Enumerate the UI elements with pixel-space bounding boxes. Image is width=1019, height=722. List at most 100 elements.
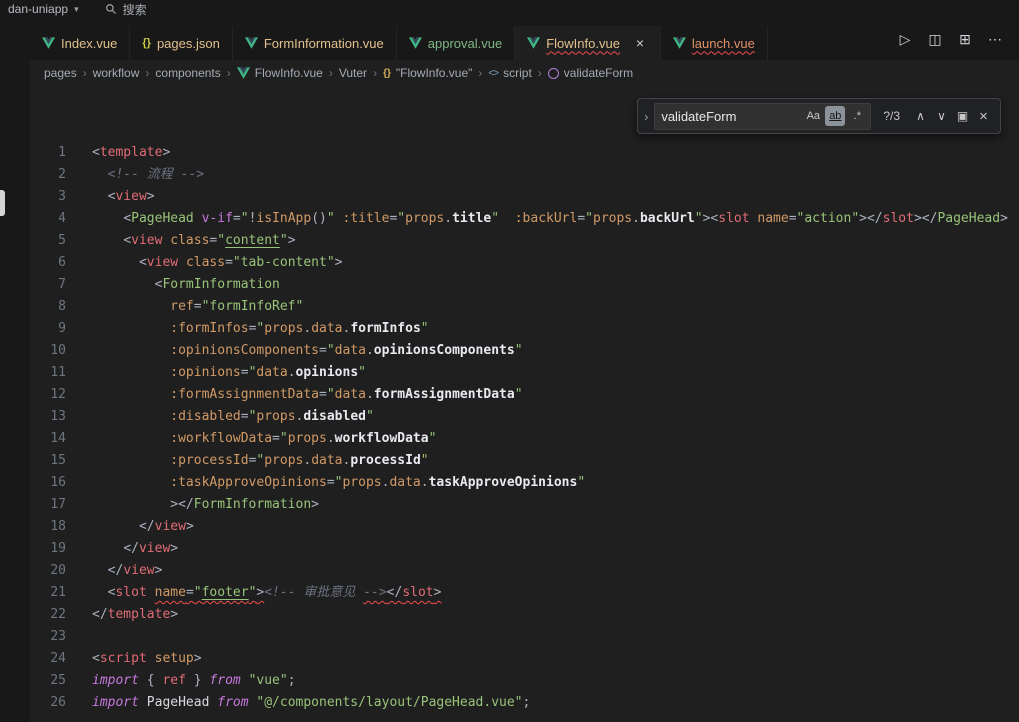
title-bar: dan-uniapp ▾ 搜索 xyxy=(0,0,1019,18)
code-token: "vue" xyxy=(249,673,288,688)
code-token: . xyxy=(366,387,374,402)
layout-button[interactable]: ⊞ xyxy=(953,27,977,51)
breadcrumb-item-flowinfo-vue[interactable]: {}"FlowInfo.vue" xyxy=(383,66,472,80)
code-token xyxy=(499,211,515,226)
code-token: " xyxy=(397,211,405,226)
code-line-content: :processId="props.data.processId" xyxy=(92,450,1019,472)
code-token: " xyxy=(577,475,585,490)
code-token: ref xyxy=(162,673,185,688)
breadcrumb-item-workflow[interactable]: workflow xyxy=(93,66,140,80)
global-search-button[interactable]: 搜索 xyxy=(105,1,147,18)
code-token: :disabled xyxy=(170,409,240,424)
code-token: " xyxy=(421,321,429,336)
code-token: disabled xyxy=(303,409,366,424)
code-line: 8 ref="formInfoRef" xyxy=(30,296,1019,318)
code-token: = xyxy=(272,431,280,446)
search-icon xyxy=(105,3,117,15)
code-token: import xyxy=(92,695,139,710)
close-icon[interactable]: × xyxy=(632,35,648,51)
code-line: 23 xyxy=(30,626,1019,648)
split-editor-button[interactable]: ◫ xyxy=(923,27,947,51)
tab-index-vue[interactable]: Index.vue xyxy=(30,26,130,60)
code-token: > xyxy=(434,585,442,600)
toggle-replace-button[interactable]: › xyxy=(638,99,654,133)
line-number: 7 xyxy=(30,274,66,296)
breadcrumb-separator: › xyxy=(329,66,333,80)
code-line-content: :formAssignmentData="data.formAssignment… xyxy=(92,384,1019,406)
code-token: script xyxy=(100,651,147,666)
code-line-content: <FormInformation xyxy=(92,274,1019,296)
run-button[interactable]: ▷ xyxy=(893,27,917,51)
code-token xyxy=(92,211,123,226)
code-token: </ xyxy=(867,211,883,226)
code-token: . xyxy=(632,211,640,226)
workspace-menu-button[interactable]: dan-uniapp ▾ xyxy=(8,2,79,16)
regex-button[interactable]: .* xyxy=(847,106,867,126)
close-find-button[interactable]: × xyxy=(973,106,994,127)
find-results-count: ?/3 xyxy=(883,109,900,123)
code-token: ; xyxy=(288,673,296,688)
code-token: props xyxy=(264,453,303,468)
code-token: template xyxy=(100,145,163,160)
next-match-button[interactable]: ∨ xyxy=(931,106,952,127)
code-token: formAssignmentData xyxy=(374,387,515,402)
breadcrumb-item-vuter[interactable]: Vuter xyxy=(339,66,367,80)
code-token: = xyxy=(194,299,202,314)
tab-launch-vue[interactable]: launch.vue xyxy=(661,26,768,60)
previous-match-button[interactable]: ∧ xyxy=(910,106,931,127)
more-actions-button[interactable]: ⋯ xyxy=(983,27,1007,51)
json-icon: {} xyxy=(142,37,151,49)
line-number: 13 xyxy=(30,406,66,428)
match-case-button[interactable]: Aa xyxy=(803,106,823,126)
code-token: workflowData xyxy=(335,431,429,446)
code-editor[interactable]: › Aa ab .* ?/3 ∧ ∨ ▣ × 1<template>2 <!--… xyxy=(30,86,1019,722)
find-in-selection-button[interactable]: ▣ xyxy=(952,106,973,127)
code-token xyxy=(194,211,202,226)
tab-label: Index.vue xyxy=(61,36,117,51)
code-token: "tab-content" xyxy=(233,255,335,270)
code-token xyxy=(92,453,170,468)
error-squiggle: = xyxy=(186,585,194,600)
code-token: :backUrl xyxy=(515,211,578,226)
whole-word-button[interactable]: ab xyxy=(825,106,845,126)
script-icon: <> xyxy=(488,68,498,79)
code-token: = xyxy=(319,387,327,402)
tab-pages-json[interactable]: {} pages.json xyxy=(130,26,232,60)
find-input[interactable] xyxy=(661,109,801,124)
breadcrumb-label: workflow xyxy=(93,66,140,80)
breadcrumb-item-components[interactable]: components xyxy=(155,66,220,80)
line-number: 11 xyxy=(30,362,66,384)
error-squiggle: name xyxy=(155,585,186,600)
tab-bar: Index.vue {} pages.json FormInformation.vue… xyxy=(30,18,1019,60)
breadcrumb-item-pages[interactable]: pages xyxy=(44,66,77,80)
code-token xyxy=(241,673,249,688)
code-line: 13 :disabled="props.disabled" xyxy=(30,406,1019,428)
tab-label: FormInformation.vue xyxy=(264,36,384,51)
code-token: " xyxy=(327,387,335,402)
code-line: 12 :formAssignmentData="data.formAssignm… xyxy=(30,384,1019,406)
breadcrumb-item-validateform[interactable]: validateForm xyxy=(548,66,633,80)
code-token: > xyxy=(194,651,202,666)
code-token: backUrl xyxy=(640,211,695,226)
breadcrumb-separator: › xyxy=(478,66,482,80)
tab-approval-vue[interactable]: approval.vue xyxy=(397,26,515,60)
breadcrumb-item-flowinfo-vue[interactable]: FlowInfo.vue xyxy=(237,66,323,80)
code-token: </ xyxy=(922,211,938,226)
code-line: 25import { ref } from "vue"; xyxy=(30,670,1019,692)
tab-forminformation-vue[interactable]: FormInformation.vue xyxy=(233,26,397,60)
breadcrumb-item-script[interactable]: <>script xyxy=(488,66,531,80)
tab-flowinfo-vue[interactable]: FlowInfo.vue× xyxy=(515,26,661,60)
code-token xyxy=(92,475,170,490)
code-token xyxy=(92,277,155,292)
code-token: > xyxy=(170,607,178,622)
code-token: import xyxy=(92,673,139,688)
code-token xyxy=(139,695,147,710)
line-number: 17 xyxy=(30,494,66,516)
tab-label: pages.json xyxy=(157,36,220,51)
breadcrumb-label: "FlowInfo.vue" xyxy=(396,66,473,80)
code-token: " xyxy=(421,453,429,468)
code-token: " xyxy=(515,387,523,402)
code-token: class xyxy=(186,255,225,270)
code-token: " xyxy=(280,233,288,248)
code-token xyxy=(92,541,123,556)
